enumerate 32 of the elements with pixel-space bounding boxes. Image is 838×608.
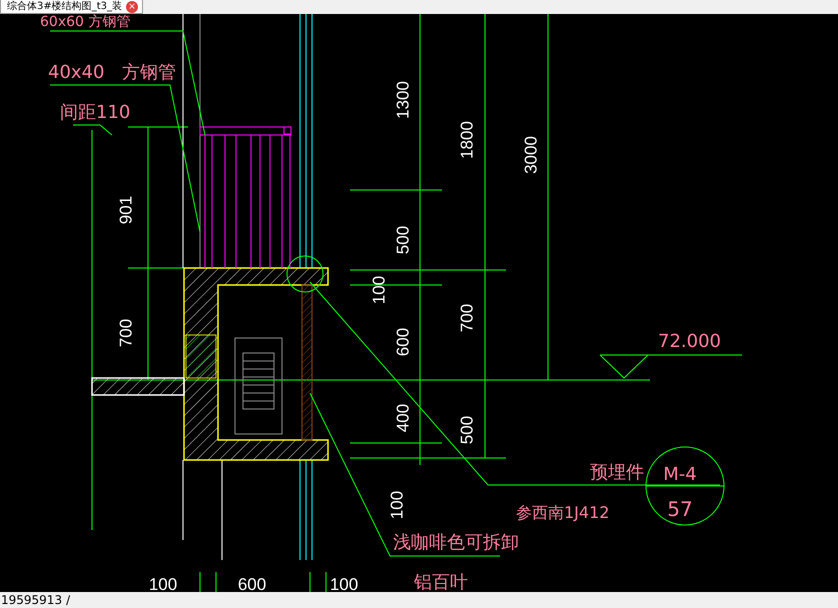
annotation-text: 72.000 bbox=[658, 331, 721, 352]
detail-number: M-4 bbox=[663, 464, 697, 485]
dimension-text: 700 bbox=[116, 318, 136, 348]
annotation-text: 参西南1J412 bbox=[516, 503, 610, 522]
dimension-text: 600 bbox=[393, 328, 412, 356]
dimension-text: 1800 bbox=[457, 121, 476, 159]
dimension-text: 1300 bbox=[393, 81, 412, 119]
dimension-text: 500 bbox=[393, 226, 412, 254]
elevation-mark-icon bbox=[598, 354, 742, 379]
drawing-tab[interactable]: 综合体3#楼结构图_t3_装 × bbox=[0, 0, 144, 14]
close-button[interactable]: × bbox=[126, 0, 138, 12]
dimension-text: 700 bbox=[457, 304, 476, 332]
sheet-number: 57 bbox=[667, 497, 693, 521]
annotation-text: 110 bbox=[96, 102, 130, 123]
dimension-text: 500 bbox=[457, 416, 476, 444]
annotation-text: 铝百叶 bbox=[414, 572, 468, 592]
dimension-text: 600 bbox=[238, 575, 266, 592]
annotation-text: 预埋件 bbox=[590, 462, 644, 483]
annotation-text: 浅咖啡色可拆卸 bbox=[393, 532, 519, 553]
dimension-text: 3000 bbox=[521, 136, 540, 174]
annotation-text: 方钢管 bbox=[122, 62, 176, 83]
dimension-text: 100 bbox=[148, 575, 178, 592]
dimension-text: 100 bbox=[330, 575, 358, 592]
annotation-text: 60x60 方钢管 bbox=[40, 14, 130, 30]
separator-text: / bbox=[66, 593, 70, 607]
dimension-text: 400 bbox=[393, 404, 412, 432]
dimension-text: 901 bbox=[116, 196, 136, 224]
annotation-text: 间距 bbox=[60, 102, 96, 123]
dimension-text: 100 bbox=[369, 276, 388, 304]
dimension-text: 100 bbox=[387, 490, 406, 520]
coordinates-text: 19595913 bbox=[1, 593, 62, 607]
annotation-text: 40x40 bbox=[48, 62, 104, 83]
